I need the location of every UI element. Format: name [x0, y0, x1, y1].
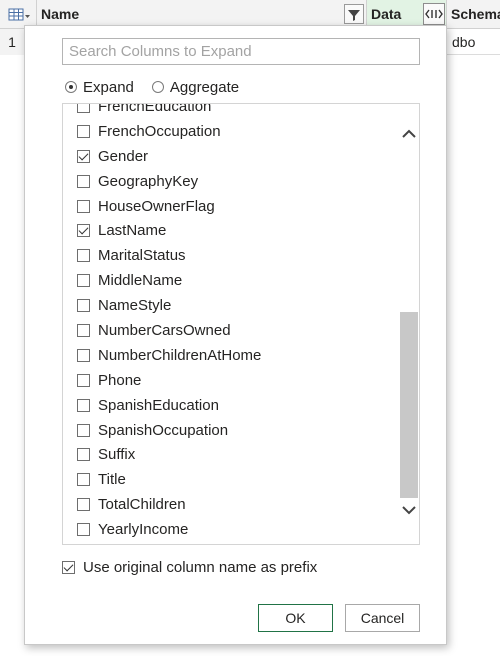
- list-item[interactable]: Phone: [63, 368, 399, 393]
- list-item-label: FrenchOccupation: [98, 122, 221, 140]
- list-item[interactable]: TotalChildren: [63, 492, 399, 517]
- chevron-down-icon: [402, 506, 416, 515]
- checkbox[interactable]: [77, 224, 90, 238]
- expand-columns-dialog: Expand Aggregate FrenchEducation FrenchO…: [24, 25, 447, 645]
- list-item[interactable]: NameStyle: [63, 293, 399, 318]
- list-item-label: LastName: [98, 222, 167, 240]
- ok-button[interactable]: OK: [258, 604, 333, 632]
- list-item[interactable]: SpanishOccupation: [63, 418, 399, 443]
- checkbox[interactable]: [77, 523, 90, 537]
- checkbox[interactable]: [77, 124, 90, 138]
- list-item-label: MaritalStatus: [98, 247, 186, 265]
- schema-cell: dbo: [452, 34, 476, 50]
- checkbox[interactable]: [77, 274, 90, 288]
- checkbox[interactable]: [77, 299, 90, 313]
- list-item[interactable]: NumberCarsOwned: [63, 318, 399, 343]
- expand-radio[interactable]: Expand: [65, 79, 134, 96]
- prefix-checkbox[interactable]: [62, 561, 75, 574]
- checkbox[interactable]: [77, 149, 90, 163]
- checkbox[interactable]: [77, 373, 90, 387]
- checkbox[interactable]: [77, 398, 90, 412]
- list-item[interactable]: MaritalStatus: [63, 243, 399, 268]
- row-number: 1: [0, 29, 24, 55]
- prefix-option[interactable]: Use original column name as prefix: [62, 559, 317, 576]
- list-item[interactable]: FrenchOccupation: [63, 119, 399, 144]
- checkbox[interactable]: [77, 473, 90, 487]
- list-item-label: MiddleName: [98, 272, 183, 290]
- list-item[interactable]: NumberChildrenAtHome: [63, 343, 399, 368]
- checkbox[interactable]: [77, 323, 90, 337]
- list-item[interactable]: MiddleName: [63, 268, 399, 293]
- filter-icon: [348, 10, 360, 21]
- filter-button[interactable]: [344, 4, 364, 24]
- checkbox[interactable]: [77, 174, 90, 188]
- scroll-thumb[interactable]: [400, 312, 418, 498]
- expand-radio-label: Expand: [83, 78, 134, 96]
- search-input[interactable]: [62, 38, 420, 65]
- expand-columns-icon: [425, 9, 443, 19]
- prefix-label: Use original column name as prefix: [83, 559, 318, 576]
- list-item-label: SpanishOccupation: [98, 421, 229, 439]
- list-scrollbar[interactable]: [399, 104, 419, 544]
- list-item[interactable]: Gender: [63, 144, 399, 169]
- aggregate-radio-button[interactable]: [151, 81, 164, 93]
- aggregate-radio[interactable]: Aggregate: [151, 78, 240, 96]
- list-item-label: NameStyle: [98, 297, 172, 315]
- checkbox[interactable]: [77, 199, 90, 213]
- list-item-label: SpanishEducation: [98, 396, 219, 414]
- scroll-up-button[interactable]: [399, 124, 419, 144]
- scroll-down-button[interactable]: [399, 500, 419, 520]
- list-item[interactable]: HouseOwnerFlag: [63, 194, 399, 219]
- list-item[interactable]: Suffix: [63, 442, 399, 467]
- column-checklist-items: FrenchEducation FrenchOccupation Gender …: [63, 103, 399, 542]
- list-item-label: Suffix: [98, 446, 136, 464]
- checkbox[interactable]: [77, 249, 90, 263]
- aggregate-radio-label: Aggregate: [169, 78, 240, 96]
- list-item[interactable]: SpanishEducation: [63, 393, 399, 418]
- list-item-label: NumberCarsOwned: [98, 321, 231, 339]
- list-item[interactable]: LastName: [63, 218, 399, 243]
- list-item[interactable]: Title: [63, 467, 399, 492]
- list-item[interactable]: YearlyIncome: [63, 517, 399, 542]
- checkbox[interactable]: [77, 448, 90, 462]
- list-item-label: FrenchEducation: [98, 103, 212, 115]
- column-header-name-label: Name: [41, 6, 80, 22]
- column-header-schema[interactable]: Schema: [447, 0, 500, 29]
- chevron-up-icon: [402, 129, 416, 138]
- list-item-label: TotalChildren: [98, 496, 186, 514]
- list-item-label: Phone: [98, 371, 142, 389]
- list-item-label: Gender: [98, 147, 149, 165]
- checkbox[interactable]: [77, 104, 90, 113]
- column-header-data-label: Data: [371, 6, 402, 22]
- mode-radio-group: Expand Aggregate: [65, 78, 257, 96]
- list-item[interactable]: GeographyKey: [63, 169, 399, 194]
- checkbox[interactable]: [77, 348, 90, 362]
- expand-radio-button[interactable]: [65, 81, 77, 93]
- list-item-label: Title: [98, 471, 126, 489]
- list-item-label: YearlyIncome: [98, 521, 189, 539]
- column-header-schema-label: Schema: [451, 6, 500, 22]
- list-item-label: NumberChildrenAtHome: [98, 346, 262, 364]
- expand-column-button[interactable]: [423, 3, 445, 25]
- column-checklist: FrenchEducation FrenchOccupation Gender …: [62, 103, 420, 545]
- list-item[interactable]: FrenchEducation: [63, 103, 399, 119]
- list-item-label: HouseOwnerFlag: [98, 197, 215, 215]
- list-item-label: GeographyKey: [98, 172, 199, 190]
- checkbox[interactable]: [77, 423, 90, 437]
- checkbox[interactable]: [77, 498, 90, 512]
- cancel-button[interactable]: Cancel: [345, 604, 420, 632]
